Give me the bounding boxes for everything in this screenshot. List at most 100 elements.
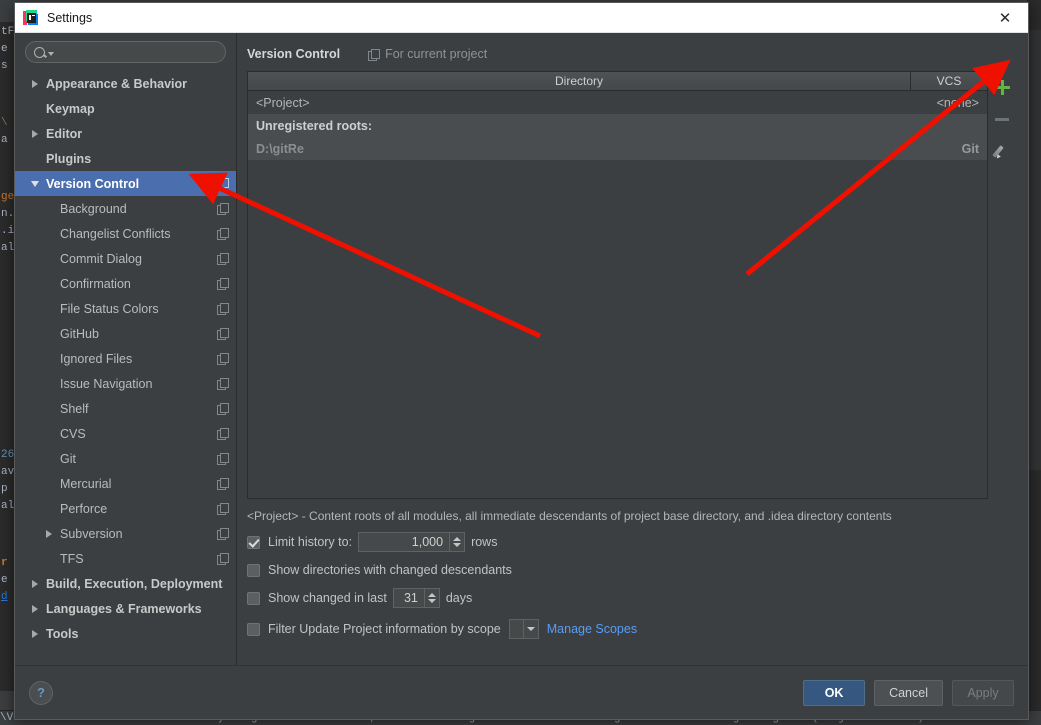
copy-settings-icon [217,328,229,340]
expand-arrow-icon[interactable] [29,79,41,88]
cell-directory: <Project> [256,95,310,110]
sidebar-item-commit-dialog[interactable]: Commit Dialog [15,246,236,271]
sidebar-item-background[interactable]: Background [15,196,236,221]
page-title: Version Control [247,47,341,61]
sidebar-item-github[interactable]: GitHub [15,321,236,346]
options-group: Limit history to: 1,000 rows Show direct… [247,532,1016,639]
option-show-dirs-changed-descendants[interactable]: Show directories with changed descendant… [247,563,1016,577]
manage-scopes-link[interactable]: Manage Scopes [547,622,637,636]
add-mapping-button[interactable] [992,77,1012,97]
sidebar-item-subversion[interactable]: Subversion [15,521,236,546]
option-show-changed-in-last[interactable]: Show changed in last 31 days [247,588,1016,608]
settings-sidebar: Appearance & Behavior Keymap Editor Plugins… [15,33,237,665]
help-button[interactable]: ? [29,680,53,705]
sidebar-item-confirmation[interactable]: Confirmation [15,271,236,296]
sidebar-item-editor[interactable]: Editor [15,121,236,146]
show-dirs-changed-descendants-checkbox[interactable] [247,563,260,577]
chevron-down-icon [453,543,462,547]
sidebar-item-label: CVS [60,426,86,441]
screen-root: tF e s \ a ge n. .i al 26 av p al r e d … [0,0,1041,725]
show-changed-days-value[interactable]: 31 [394,591,424,605]
expand-arrow-icon[interactable] [43,529,55,538]
sidebar-item-label: GitHub [60,326,99,341]
cancel-button[interactable]: Cancel [874,679,943,706]
copy-settings-icon [217,228,229,240]
search-box[interactable] [25,41,226,63]
sidebar-item-label: Git [60,451,76,466]
copy-settings-icon [217,478,229,490]
remove-mapping-button[interactable] [992,109,1012,129]
sidebar-item-ignored-files[interactable]: Ignored Files [15,346,236,371]
sidebar-item-plugins[interactable]: Plugins [15,146,236,171]
sidebar-item-label: TFS [60,551,84,566]
cell-vcs: Git [961,141,979,156]
plus-icon [994,79,1010,95]
table-row[interactable]: <Project> <none> [248,91,987,114]
sidebar-item-git[interactable]: Git [15,446,236,471]
edit-mapping-button[interactable] [992,141,1012,161]
sidebar-item-file-status-colors[interactable]: File Status Colors [15,296,236,321]
stepper-arrows[interactable] [423,589,439,607]
table-row[interactable]: Unregistered roots: [248,114,987,137]
sidebar-item-tfs[interactable]: TFS [15,546,236,571]
sidebar-item-cvs[interactable]: CVS [15,421,236,446]
sidebar-item-label: Plugins [46,151,92,166]
minus-icon [995,117,1009,121]
chevron-up-icon [453,537,462,541]
intellij-idea-icon [23,9,39,26]
chevron-down-icon [427,599,436,603]
cell-directory: D:\gitRe [256,141,304,156]
expand-arrow-icon[interactable] [29,129,41,138]
ok-button[interactable]: OK [803,679,866,706]
scope-select[interactable] [508,619,539,639]
settings-tree: Appearance & Behavior Keymap Editor Plugins… [15,71,236,665]
sidebar-item-label: Build, Execution, Deployment [46,576,223,591]
dialog-title: Settings [47,10,93,25]
table-row[interactable]: D:\gitRe Git [248,137,987,160]
limit-history-value[interactable]: 1,000 [359,535,449,549]
expand-arrow-icon[interactable] [29,579,41,588]
cell-vcs: <none> [936,95,979,110]
sidebar-item-mercurial[interactable]: Mercurial [15,471,236,496]
close-icon[interactable]: ✕ [982,3,1028,32]
limit-history-stepper[interactable]: 1,000 [358,532,466,552]
sidebar-item-shelf[interactable]: Shelf [15,396,236,421]
column-header-directory[interactable]: Directory [248,72,911,91]
apply-button[interactable]: Apply [952,679,1014,706]
vcs-mappings-table[interactable]: Directory VCS <Project> <none> Unregistere… [247,71,988,499]
sidebar-item-appearance-behavior[interactable]: Appearance & Behavior [15,71,236,96]
option-limit-history[interactable]: Limit history to: 1,000 rows [247,532,1016,552]
filter-update-by-scope-checkbox[interactable] [247,622,260,636]
sidebar-item-label: Ignored Files [60,351,133,366]
sidebar-item-label: Editor [46,126,83,141]
copy-settings-icon [217,353,229,365]
sidebar-item-tools[interactable]: Tools [15,621,236,646]
option-filter-update-by-scope[interactable]: Filter Update Project information by sco… [247,619,1016,639]
table-body: <Project> <none> Unregistered roots: D:\git… [248,91,987,498]
copy-settings-icon [217,203,229,215]
show-changed-days-stepper[interactable]: 31 [392,588,440,608]
show-changed-in-last-checkbox[interactable] [247,591,260,605]
limit-history-label: Limit history to: [268,535,353,549]
expand-arrow-icon[interactable] [29,629,41,638]
sidebar-item-issue-navigation[interactable]: Issue Navigation [15,371,236,396]
expand-arrow-icon[interactable] [29,604,41,613]
column-header-vcs[interactable]: VCS [911,72,987,91]
sidebar-item-version-control[interactable]: Version Control [15,171,236,196]
chevron-down-icon [522,620,538,638]
limit-history-suffix: rows [471,535,498,549]
pencil-icon [994,143,1010,159]
sidebar-item-languages-frameworks[interactable]: Languages & Frameworks [15,596,236,621]
sidebar-item-keymap[interactable]: Keymap [15,96,236,121]
dialog-buttons: OK Cancel Apply [803,679,1014,706]
dialog-body: Appearance & Behavior Keymap Editor Plugins… [15,33,1028,665]
stepper-arrows[interactable] [449,533,464,551]
limit-history-checkbox[interactable] [247,535,260,549]
sidebar-item-changelist-conflicts[interactable]: Changelist Conflicts [15,221,236,246]
search-input[interactable] [54,44,217,60]
sidebar-item-perforce[interactable]: Perforce [15,496,236,521]
collapse-arrow-icon[interactable] [29,180,41,187]
table-header: Directory VCS [248,72,987,91]
dialog-titlebar: Settings ✕ [15,3,1028,33]
sidebar-item-build-execution-deployment[interactable]: Build, Execution, Deployment [15,571,236,596]
